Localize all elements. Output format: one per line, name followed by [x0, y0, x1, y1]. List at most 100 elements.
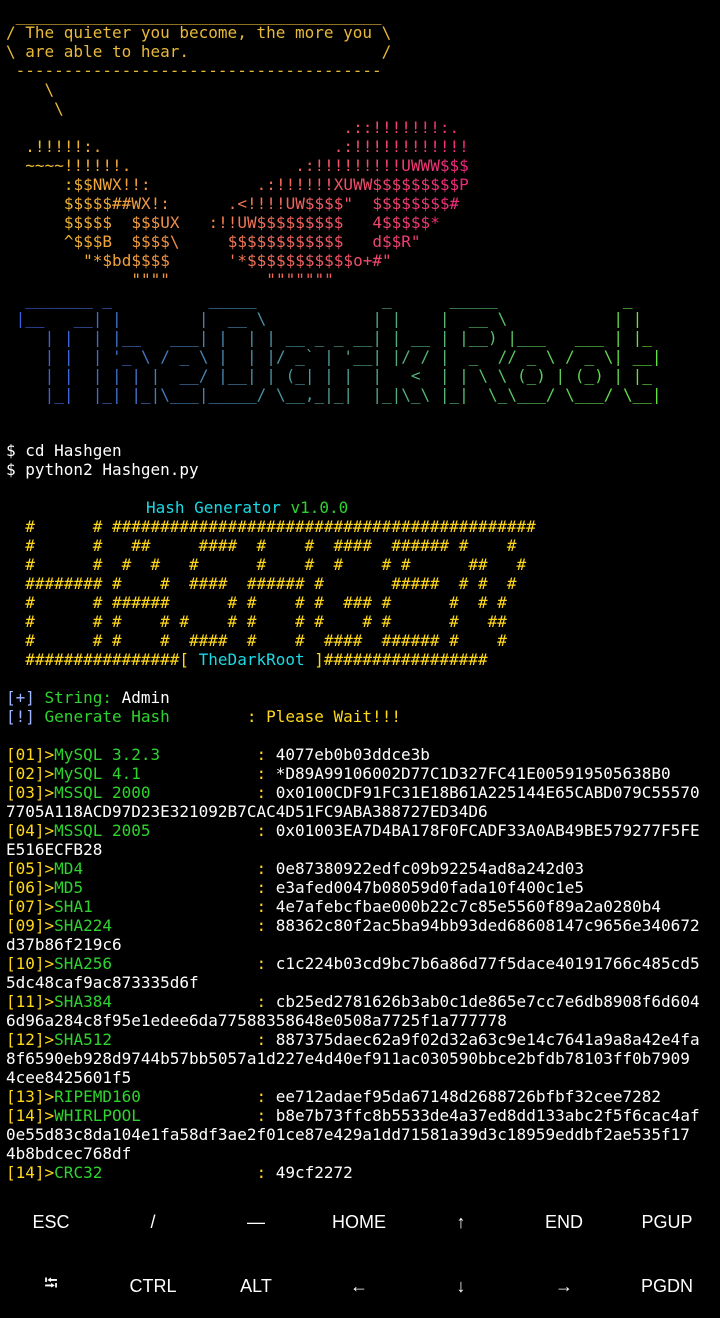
- hashgen-art-line: # # ## #### # # #### ###### # #: [6, 536, 517, 555]
- string-label: String:: [34, 688, 122, 707]
- hashgen-art-line: ######## # # #### ###### # ##### # # #: [6, 574, 517, 593]
- cowsay-line: \: [6, 99, 64, 118]
- hash-index: [01]>: [6, 745, 55, 764]
- command-line: $ cd Hashgen: [6, 441, 122, 460]
- dragon-art-line: $$$$$##WX!: .<!!!!UW$$$$" $$$$$$$$#: [63, 194, 460, 213]
- hash-separator: :: [256, 821, 276, 840]
- hash-index: [07]>: [6, 897, 55, 916]
- hash-separator: :: [256, 954, 276, 973]
- hash-algorithm: MSSQL 2000: [54, 783, 151, 802]
- hash-value-continuation: 4cee8425601f5: [6, 1068, 132, 1087]
- hash-separator: :: [256, 992, 276, 1011]
- alt-key[interactable]: ALT: [205, 1254, 307, 1318]
- dragon-art-line: :$$NWX!!: .:!!!!!!XUWW$$$$$$$$$P: [63, 175, 469, 194]
- hashgen-art-line: # # # # # # # # # # ## #: [6, 555, 527, 574]
- dragon-art-line: .!!!!!:. .:!!!!!!!!!!!!: [25, 137, 469, 156]
- hash-algorithm: SHA1: [54, 897, 93, 916]
- hash-row: [01]>MySQL 3.2.3 : 4077eb0b03ddce3b: [6, 745, 430, 764]
- hash-algorithm: RIPEMD160: [54, 1087, 141, 1106]
- hash-separator: :: [256, 764, 276, 783]
- hash-value-continuation: 7705A118ACD97D23E321092B7CAC4D51FC9ABA38…: [6, 802, 488, 821]
- hash-algorithm: MD4: [54, 859, 84, 878]
- hashgen-title: Hash Generator: [146, 498, 281, 517]
- slash-key[interactable]: /: [102, 1190, 204, 1254]
- status-tag: [+]: [6, 688, 35, 707]
- banner-art-line: | | | '_ \ / _ \ | | |/ _` | '__| |/ / |…: [44, 347, 662, 366]
- hash-value: *D89A99106002D77C1D327FC41E005919505638B…: [275, 764, 671, 783]
- dragon-art-line: $$$$$ $$$UX :!!UW$$$$$$$$$ 4$$$$$*: [63, 213, 440, 232]
- hash-algorithm: MySQL 4.1: [54, 764, 141, 783]
- cowsay-line: / The quieter you become, the more you \: [6, 23, 392, 42]
- hash-value: 0x0100CDF91FC31E18B61A225144E65CABD079C5…: [275, 783, 700, 802]
- arrow-right-key[interactable]: →: [513, 1254, 615, 1318]
- terminal-output[interactable]: ______________________________________ /…: [0, 0, 720, 1185]
- hash-separator: :: [256, 1030, 276, 1049]
- hash-row: [09]>SHA224 : 88362c80f2ac5ba94bb93ded68…: [6, 916, 700, 935]
- arrow-down-key[interactable]: ↓: [410, 1254, 512, 1318]
- hash-algorithm: SHA224: [54, 916, 112, 935]
- hash-value: 4e7afebcfbae000b22c7c85e5560f89a2a0280b4: [275, 897, 662, 916]
- dragon-art-line: """" """"""": [131, 270, 334, 289]
- hash-algorithm: SHA256: [54, 954, 112, 973]
- dash-key[interactable]: —: [205, 1190, 307, 1254]
- hash-value: e3afed0047b08059d0fada10f400c1e5: [275, 878, 584, 897]
- hash-value: 0e87380922edfc09b92254ad8a242d03: [275, 859, 584, 878]
- hash-index: [04]>: [6, 821, 55, 840]
- ctrl-key[interactable]: CTRL: [102, 1254, 204, 1318]
- hashgen-title-line: Hash Generator v1.0.0: [146, 498, 348, 517]
- hash-value: ee712adaef95da67148d2688726bfbf32cee7282: [275, 1087, 662, 1106]
- hash-algorithm: SHA512: [54, 1030, 112, 1049]
- dragon-ascii-art: .::!!!!!!!:. .!!!!!:. .:!!!!!!!!!!!! ~~~…: [6, 118, 469, 289]
- arrow-left-key[interactable]: ←: [308, 1254, 410, 1318]
- hash-value: b8e7b73ffc8b5533de4a37ed8dd133abc2f5f6ca…: [275, 1106, 700, 1125]
- hashgen-art-line: # # # # #### # # #### ###### # #: [6, 631, 507, 650]
- hashgen-art-line: # # # # # # # # # # # # ##: [6, 612, 507, 631]
- tab-key[interactable]: ⭾: [0, 1254, 102, 1318]
- hash-algorithm: MySQL 3.2.3: [54, 745, 161, 764]
- status-tag: [!]: [6, 707, 35, 726]
- hash-row: [14]>CRC32 : 49cf2272: [6, 1163, 353, 1182]
- generate-value: Please Wait!!!: [266, 707, 401, 726]
- hash-index: [09]>: [6, 916, 55, 935]
- hash-row: [05]>MD4 : 0e87380922edfc09b92254ad8a242…: [6, 859, 584, 878]
- esc-key[interactable]: ESC: [0, 1190, 102, 1254]
- hash-value-continuation: d37b86f219c6: [6, 935, 122, 954]
- banner-art-line: | | | |__ ___| | | | __ _ _ __| | __ | |…: [44, 328, 652, 347]
- hash-separator: :: [256, 916, 276, 935]
- hash-row: [07]>SHA1 : 4e7afebcfbae000b22c7c85e5560…: [6, 897, 661, 916]
- hash-row: [02]>MySQL 4.1 : *D89A99106002D77C1D327F…: [6, 764, 671, 783]
- pgdn-key[interactable]: PGDN: [616, 1254, 718, 1318]
- hash-separator: :: [256, 745, 276, 764]
- hash-index: [14]>: [6, 1163, 55, 1182]
- hash-row: [14]>WHIRLPOOL : b8e7b73ffc8b5533de4a37e…: [6, 1106, 700, 1125]
- hash-index: [02]>: [6, 764, 55, 783]
- arrow-up-key[interactable]: ↑: [410, 1190, 512, 1254]
- string-status-line: [+] String: Admin: [6, 688, 170, 707]
- hash-index: [12]>: [6, 1030, 55, 1049]
- end-key[interactable]: END: [513, 1190, 615, 1254]
- hash-separator: :: [256, 897, 276, 916]
- banner-art-line: _______ _ _____ _ _____ _: [25, 290, 633, 309]
- dragon-art-line: ^$$$B $$$$\ $$$$$$$$$$$$ d$$R": [63, 232, 421, 251]
- hash-separator: :: [256, 1163, 276, 1182]
- hash-row: [06]>MD5 : e3afed0047b08059d0fada10f400c…: [6, 878, 584, 897]
- banner-art-line: | | | | | | __/ |__| | (_| | | | < | | \…: [44, 366, 652, 385]
- hash-value-continuation: 6d96a284c8f95e1edee6da77588358648e0508a7…: [6, 1011, 507, 1030]
- hash-separator: :: [256, 859, 276, 878]
- hash-separator: :: [256, 1087, 276, 1106]
- generate-separator: :: [246, 707, 267, 726]
- hash-algorithm: CRC32: [54, 1163, 103, 1182]
- hash-index: [03]>: [6, 783, 55, 802]
- hash-row: [04]>MSSQL 2005 : 0x01003EA7D4BA178F0FCA…: [6, 821, 700, 840]
- dragon-art-line: .::!!!!!!!:.: [343, 118, 460, 137]
- banner-art-line: |__ __| | | __ \ | | | __ \ | |: [15, 309, 643, 328]
- pgup-key[interactable]: PGUP: [616, 1190, 718, 1254]
- hash-row: [13]>RIPEMD160 : ee712adaef95da67148d268…: [6, 1087, 661, 1106]
- hash-value-continuation: 5dc48caf9ac873335d6f: [6, 973, 199, 992]
- hashgen-art-line: # # ###### # # # # ### # # # #: [6, 593, 507, 612]
- hashgen-footer-brand: TheDarkRoot: [198, 650, 305, 669]
- home-key[interactable]: HOME: [308, 1190, 410, 1254]
- hashgen-version: v1.0.0: [290, 498, 349, 517]
- hash-algorithm: MSSQL 2005: [54, 821, 151, 840]
- hash-value: 88362c80f2ac5ba94bb93ded68608147c9656e34…: [275, 916, 700, 935]
